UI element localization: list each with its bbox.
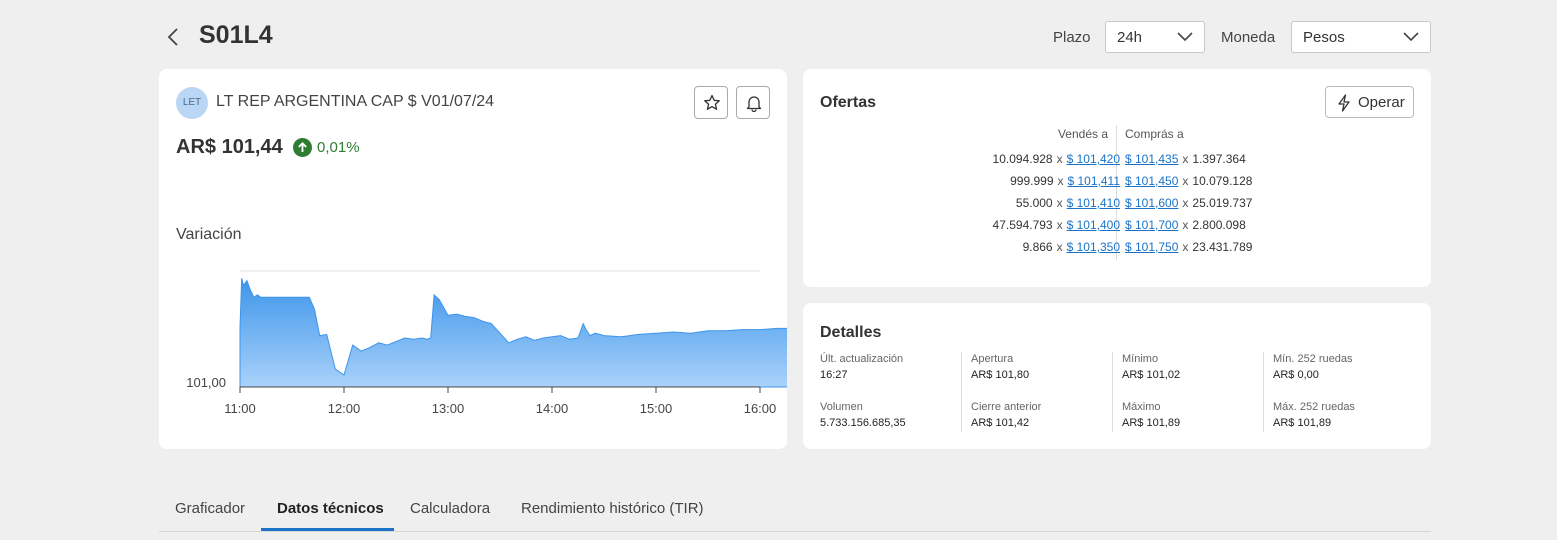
variation-chart: 11:00 12:00 13:00 14:00 15:00 16:00 101,00 bbox=[186, 270, 787, 416]
x-tick-label: 14:00 bbox=[536, 401, 569, 416]
back-arrow-icon[interactable] bbox=[163, 24, 185, 50]
instrument-card: LET LT REP ARGENTINA CAP $ V01/07/24 AR$… bbox=[159, 69, 787, 449]
sell-offer-row: 9.866 x $ 101,350 bbox=[1023, 240, 1120, 258]
detail-value: AR$ 101,80 bbox=[971, 369, 1030, 381]
x-tick-label: 13:00 bbox=[432, 401, 465, 416]
times-sign: x bbox=[1182, 152, 1189, 166]
x-tick-label: 16:00 bbox=[744, 401, 777, 416]
plazo-label: Plazo bbox=[1053, 29, 1091, 46]
sell-offer-row: 999.999 x $ 101,411 bbox=[1010, 174, 1120, 192]
times-sign: x bbox=[1057, 174, 1064, 188]
times-sign: x bbox=[1182, 174, 1189, 188]
details-card: Detalles Últ. actualización 16:27 Apertura… bbox=[803, 303, 1431, 449]
sell-offer-row: 47.594.793 x $ 101,400 bbox=[993, 218, 1120, 236]
detail-value: AR$ 101,89 bbox=[1122, 417, 1181, 429]
sell-offer-row: 55.000 x $ 101,410 bbox=[1016, 196, 1120, 214]
sell-price-link[interactable]: $ 101,400 bbox=[1067, 218, 1120, 232]
x-tick-label: 15:00 bbox=[640, 401, 673, 416]
tab-bar: Graficador Datos técnicos Calculadora Rendi… bbox=[159, 490, 1431, 532]
sell-quantity: 9.866 bbox=[1022, 240, 1053, 254]
buy-quantity: 10.079.128 bbox=[1192, 174, 1253, 188]
times-sign: x bbox=[1056, 218, 1063, 232]
buy-header: Comprás a bbox=[1125, 127, 1184, 141]
tab-datos-técnicos[interactable]: Datos técnicos bbox=[277, 500, 384, 517]
buy-quantity: 2.800.098 bbox=[1192, 218, 1246, 232]
plazo-value: 24h bbox=[1117, 29, 1143, 46]
times-sign: x bbox=[1056, 196, 1063, 210]
operar-button[interactable]: Operar bbox=[1325, 86, 1414, 118]
times-sign: x bbox=[1056, 240, 1063, 254]
chevron-down-icon bbox=[1177, 32, 1193, 42]
details-divider bbox=[1112, 352, 1113, 432]
moneda-label: Moneda bbox=[1221, 29, 1276, 46]
active-tab-indicator bbox=[261, 528, 394, 531]
buy-price-link[interactable]: $ 101,435 bbox=[1125, 152, 1178, 166]
x-tick-label: 11:00 bbox=[224, 401, 256, 416]
sell-header: Vendés a bbox=[1057, 127, 1108, 141]
buy-offer-row: $ 101,435 x 1.397.364 bbox=[1125, 152, 1246, 170]
sell-price-link[interactable]: $ 101,411 bbox=[1068, 174, 1121, 188]
lightning-icon bbox=[1338, 94, 1350, 112]
x-tick-label: 12:00 bbox=[328, 401, 361, 416]
tab-rendimiento-histórico-tir[interactable]: Rendimiento histórico (TIR) bbox=[521, 500, 704, 517]
detail-value: AR$ 101,42 bbox=[971, 417, 1030, 429]
y-tick-label: 101,00 bbox=[186, 375, 226, 390]
plazo-select[interactable]: 24h bbox=[1105, 21, 1205, 53]
page-title: S01L4 bbox=[199, 21, 273, 49]
detail-label: Mínimo bbox=[1122, 353, 1159, 365]
buy-quantity: 25.019.737 bbox=[1192, 196, 1253, 210]
detail-label: Máximo bbox=[1122, 401, 1161, 413]
sell-quantity: 10.094.928 bbox=[992, 152, 1053, 166]
detail-label: Últ. actualización bbox=[820, 353, 904, 365]
chart-area bbox=[239, 278, 787, 388]
tab-calculadora[interactable]: Calculadora bbox=[410, 500, 490, 517]
sell-price-link[interactable]: $ 101,350 bbox=[1067, 240, 1120, 254]
sell-offer-row: 10.094.928 x $ 101,420 bbox=[993, 152, 1120, 170]
buy-price-link[interactable]: $ 101,600 bbox=[1125, 196, 1178, 210]
moneda-value: Pesos bbox=[1303, 29, 1345, 46]
detail-label: Máx. 252 ruedas bbox=[1273, 401, 1355, 413]
detail-value: 5.733.156.685,35 bbox=[820, 417, 906, 429]
buy-price-link[interactable]: $ 101,700 bbox=[1125, 218, 1178, 232]
buy-offer-row: $ 101,750 x 23.431.789 bbox=[1125, 240, 1252, 258]
buy-price-link[interactable]: $ 101,750 bbox=[1125, 240, 1178, 254]
detail-label: Volumen bbox=[820, 401, 863, 413]
detail-value: AR$ 0,00 bbox=[1273, 369, 1319, 381]
detail-label: Cierre anterior bbox=[971, 401, 1042, 413]
buy-offer-row: $ 101,600 x 25.019.737 bbox=[1125, 196, 1252, 214]
sell-quantity: 999.999 bbox=[1010, 174, 1054, 188]
details-title: Detalles bbox=[820, 324, 882, 341]
detail-value: AR$ 101,02 bbox=[1122, 369, 1181, 381]
details-divider bbox=[961, 352, 962, 432]
times-sign: x bbox=[1182, 240, 1189, 254]
moneda-select[interactable]: Pesos bbox=[1291, 21, 1431, 53]
detail-value: 16:27 bbox=[820, 369, 848, 381]
detail-value: AR$ 101,89 bbox=[1273, 417, 1332, 429]
buy-price-link[interactable]: $ 101,450 bbox=[1125, 174, 1178, 188]
buy-quantity: 23.431.789 bbox=[1192, 240, 1253, 254]
sell-quantity: 47.594.793 bbox=[992, 218, 1053, 232]
operar-label: Operar bbox=[1358, 94, 1405, 111]
offers-title: Ofertas bbox=[820, 94, 877, 111]
detail-label: Mín. 252 ruedas bbox=[1273, 353, 1353, 365]
times-sign: x bbox=[1182, 196, 1189, 210]
details-divider bbox=[1263, 352, 1264, 432]
buy-quantity: 1.397.364 bbox=[1192, 152, 1246, 166]
offers-card: Ofertas Operar Vendés a Comprás a 10.094… bbox=[803, 69, 1431, 287]
sell-price-link[interactable]: $ 101,410 bbox=[1067, 196, 1120, 210]
chevron-down-icon bbox=[1403, 32, 1419, 42]
times-sign: x bbox=[1056, 152, 1063, 166]
detail-label: Apertura bbox=[971, 353, 1014, 365]
sell-price-link[interactable]: $ 101,420 bbox=[1067, 152, 1120, 166]
sell-quantity: 55.000 bbox=[1015, 196, 1053, 210]
buy-offer-row: $ 101,700 x 2.800.098 bbox=[1125, 218, 1246, 236]
buy-offer-row: $ 101,450 x 10.079.128 bbox=[1125, 174, 1252, 192]
times-sign: x bbox=[1182, 218, 1189, 232]
tab-graficador[interactable]: Graficador bbox=[175, 500, 245, 517]
